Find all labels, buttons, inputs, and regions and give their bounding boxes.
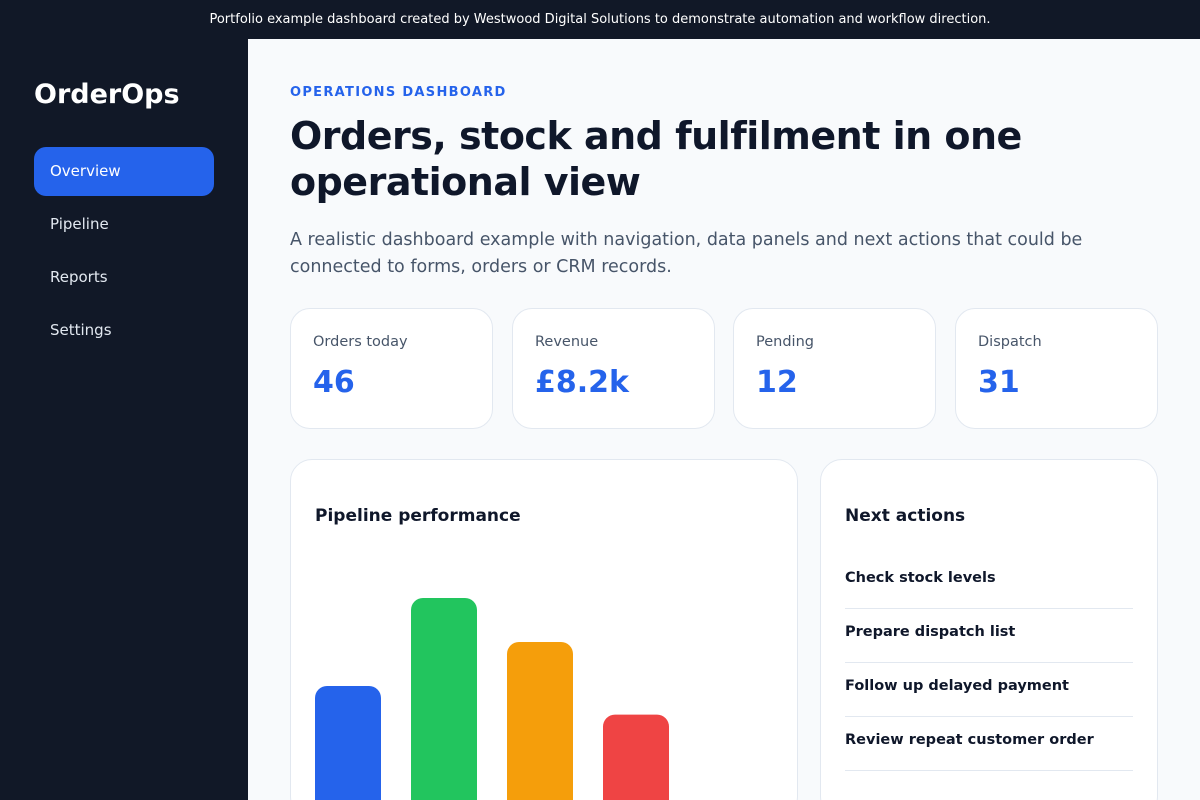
pipeline-bar-2 bbox=[411, 598, 477, 800]
stat-label: Revenue bbox=[535, 334, 599, 350]
stat-label: Dispatch bbox=[978, 334, 1042, 350]
sidebar-item-settings[interactable]: Settings bbox=[34, 306, 214, 355]
next-actions-title: Next actions bbox=[845, 506, 966, 526]
stat-label: Orders today bbox=[313, 334, 408, 350]
brand-logo: OrderOps bbox=[34, 79, 180, 110]
stat-value: 12 bbox=[756, 365, 798, 400]
stat-value: 46 bbox=[313, 365, 355, 400]
stat-card-revenue: Revenue £8.2k bbox=[512, 308, 715, 429]
sidebar-item-overview[interactable]: Overview bbox=[34, 147, 214, 196]
next-actions-panel: Next actions Check stock levels Prepare … bbox=[820, 459, 1158, 800]
action-item-repeat-order[interactable]: Review repeat customer order bbox=[845, 717, 1133, 771]
sidebar-item-pipeline[interactable]: Pipeline bbox=[34, 200, 214, 249]
sidebar-item-reports[interactable]: Reports bbox=[34, 253, 214, 302]
stat-value: £8.2k bbox=[535, 365, 629, 400]
stat-label: Pending bbox=[756, 334, 814, 350]
page-eyebrow: OPERATIONS DASHBOARD bbox=[290, 85, 507, 100]
stat-card-pending: Pending 12 bbox=[733, 308, 936, 429]
action-item-dispatch-list[interactable]: Prepare dispatch list bbox=[845, 609, 1133, 663]
pipeline-chart bbox=[315, 598, 669, 800]
main-content: OPERATIONS DASHBOARD Orders, stock and f… bbox=[248, 39, 1200, 800]
pipeline-bar-4 bbox=[603, 714, 669, 800]
page-subtitle: A realistic dashboard example with navig… bbox=[290, 230, 1083, 277]
pipeline-bar-3 bbox=[507, 642, 573, 800]
sidebar: OrderOps Overview Pipeline Reports Setti… bbox=[0, 39, 248, 800]
demo-banner: Portfolio example dashboard created by W… bbox=[0, 0, 1200, 39]
stat-card-orders-today: Orders today 46 bbox=[290, 308, 493, 429]
stat-card-dispatch: Dispatch 31 bbox=[955, 308, 1158, 429]
action-item-delayed-payment[interactable]: Follow up delayed payment bbox=[845, 663, 1133, 717]
pipeline-bar-1 bbox=[315, 686, 381, 800]
stat-value: 31 bbox=[978, 365, 1020, 400]
pipeline-panel: Pipeline performance bbox=[290, 459, 798, 800]
action-item-check-stock[interactable]: Check stock levels bbox=[845, 555, 1133, 609]
page-title: Orders, stock and fulfilment in one oper… bbox=[290, 114, 1022, 204]
